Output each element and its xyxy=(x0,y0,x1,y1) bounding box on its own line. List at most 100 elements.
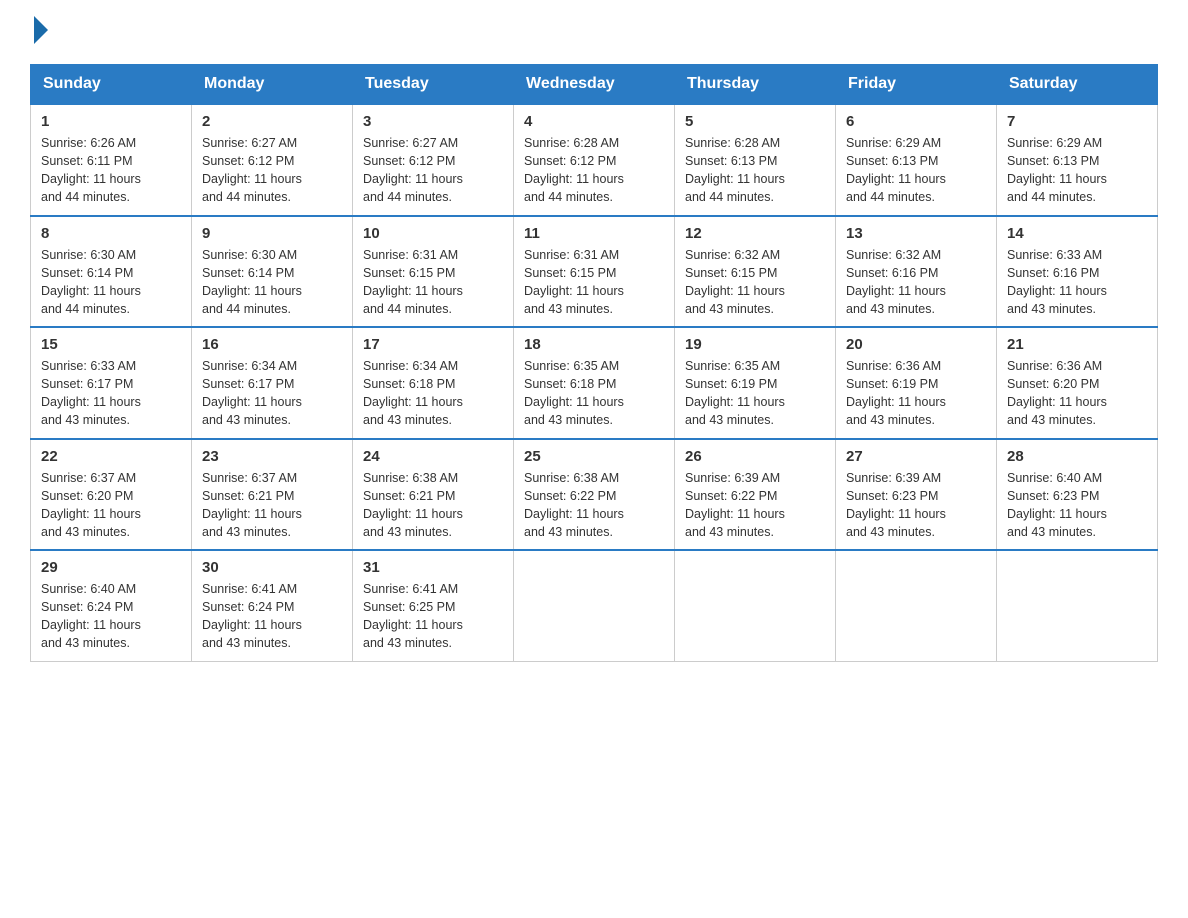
day-info: Sunrise: 6:27 AM Sunset: 6:12 PM Dayligh… xyxy=(363,134,503,207)
day-info: Sunrise: 6:33 AM Sunset: 6:17 PM Dayligh… xyxy=(41,357,181,430)
day-number: 3 xyxy=(363,113,503,130)
calendar-cell: 15 Sunrise: 6:33 AM Sunset: 6:17 PM Dayl… xyxy=(31,327,192,439)
calendar-cell xyxy=(836,550,997,661)
day-info: Sunrise: 6:36 AM Sunset: 6:19 PM Dayligh… xyxy=(846,357,986,430)
calendar-cell: 4 Sunrise: 6:28 AM Sunset: 6:12 PM Dayli… xyxy=(514,104,675,216)
day-number: 4 xyxy=(524,113,664,130)
day-info: Sunrise: 6:37 AM Sunset: 6:20 PM Dayligh… xyxy=(41,469,181,542)
day-number: 5 xyxy=(685,113,825,130)
day-info: Sunrise: 6:32 AM Sunset: 6:15 PM Dayligh… xyxy=(685,246,825,319)
day-number: 22 xyxy=(41,448,181,465)
day-info: Sunrise: 6:38 AM Sunset: 6:22 PM Dayligh… xyxy=(524,469,664,542)
day-number: 12 xyxy=(685,225,825,242)
header-row: SundayMondayTuesdayWednesdayThursdayFrid… xyxy=(31,65,1158,105)
day-info: Sunrise: 6:30 AM Sunset: 6:14 PM Dayligh… xyxy=(41,246,181,319)
calendar-cell: 2 Sunrise: 6:27 AM Sunset: 6:12 PM Dayli… xyxy=(192,104,353,216)
calendar-cell: 26 Sunrise: 6:39 AM Sunset: 6:22 PM Dayl… xyxy=(675,439,836,551)
day-info: Sunrise: 6:34 AM Sunset: 6:18 PM Dayligh… xyxy=(363,357,503,430)
day-info: Sunrise: 6:31 AM Sunset: 6:15 PM Dayligh… xyxy=(524,246,664,319)
day-number: 20 xyxy=(846,336,986,353)
calendar-cell xyxy=(514,550,675,661)
day-number: 16 xyxy=(202,336,342,353)
calendar-cell: 27 Sunrise: 6:39 AM Sunset: 6:23 PM Dayl… xyxy=(836,439,997,551)
calendar-week-5: 29 Sunrise: 6:40 AM Sunset: 6:24 PM Dayl… xyxy=(31,550,1158,661)
page-header xyxy=(30,20,1158,44)
day-info: Sunrise: 6:39 AM Sunset: 6:22 PM Dayligh… xyxy=(685,469,825,542)
calendar-header: SundayMondayTuesdayWednesdayThursdayFrid… xyxy=(31,65,1158,105)
calendar-cell: 28 Sunrise: 6:40 AM Sunset: 6:23 PM Dayl… xyxy=(997,439,1158,551)
day-number: 6 xyxy=(846,113,986,130)
day-info: Sunrise: 6:26 AM Sunset: 6:11 PM Dayligh… xyxy=(41,134,181,207)
day-number: 21 xyxy=(1007,336,1147,353)
day-info: Sunrise: 6:30 AM Sunset: 6:14 PM Dayligh… xyxy=(202,246,342,319)
day-number: 24 xyxy=(363,448,503,465)
day-info: Sunrise: 6:38 AM Sunset: 6:21 PM Dayligh… xyxy=(363,469,503,542)
day-info: Sunrise: 6:29 AM Sunset: 6:13 PM Dayligh… xyxy=(846,134,986,207)
calendar-cell: 8 Sunrise: 6:30 AM Sunset: 6:14 PM Dayli… xyxy=(31,216,192,328)
day-number: 9 xyxy=(202,225,342,242)
day-number: 23 xyxy=(202,448,342,465)
day-info: Sunrise: 6:41 AM Sunset: 6:24 PM Dayligh… xyxy=(202,580,342,653)
day-number: 11 xyxy=(524,225,664,242)
day-number: 25 xyxy=(524,448,664,465)
header-day-friday: Friday xyxy=(836,65,997,105)
day-info: Sunrise: 6:34 AM Sunset: 6:17 PM Dayligh… xyxy=(202,357,342,430)
calendar-cell: 19 Sunrise: 6:35 AM Sunset: 6:19 PM Dayl… xyxy=(675,327,836,439)
header-day-thursday: Thursday xyxy=(675,65,836,105)
calendar-cell xyxy=(997,550,1158,661)
day-number: 2 xyxy=(202,113,342,130)
calendar-cell: 17 Sunrise: 6:34 AM Sunset: 6:18 PM Dayl… xyxy=(353,327,514,439)
calendar-cell: 20 Sunrise: 6:36 AM Sunset: 6:19 PM Dayl… xyxy=(836,327,997,439)
day-info: Sunrise: 6:31 AM Sunset: 6:15 PM Dayligh… xyxy=(363,246,503,319)
day-info: Sunrise: 6:35 AM Sunset: 6:18 PM Dayligh… xyxy=(524,357,664,430)
calendar-cell: 7 Sunrise: 6:29 AM Sunset: 6:13 PM Dayli… xyxy=(997,104,1158,216)
day-number: 14 xyxy=(1007,225,1147,242)
calendar-cell: 13 Sunrise: 6:32 AM Sunset: 6:16 PM Dayl… xyxy=(836,216,997,328)
day-number: 19 xyxy=(685,336,825,353)
day-info: Sunrise: 6:33 AM Sunset: 6:16 PM Dayligh… xyxy=(1007,246,1147,319)
calendar-cell: 10 Sunrise: 6:31 AM Sunset: 6:15 PM Dayl… xyxy=(353,216,514,328)
day-number: 18 xyxy=(524,336,664,353)
day-number: 7 xyxy=(1007,113,1147,130)
day-info: Sunrise: 6:41 AM Sunset: 6:25 PM Dayligh… xyxy=(363,580,503,653)
calendar-cell: 6 Sunrise: 6:29 AM Sunset: 6:13 PM Dayli… xyxy=(836,104,997,216)
day-number: 31 xyxy=(363,559,503,576)
day-number: 29 xyxy=(41,559,181,576)
calendar-cell: 23 Sunrise: 6:37 AM Sunset: 6:21 PM Dayl… xyxy=(192,439,353,551)
day-info: Sunrise: 6:37 AM Sunset: 6:21 PM Dayligh… xyxy=(202,469,342,542)
calendar-week-1: 1 Sunrise: 6:26 AM Sunset: 6:11 PM Dayli… xyxy=(31,104,1158,216)
day-number: 8 xyxy=(41,225,181,242)
header-day-sunday: Sunday xyxy=(31,65,192,105)
day-info: Sunrise: 6:40 AM Sunset: 6:24 PM Dayligh… xyxy=(41,580,181,653)
calendar-cell: 3 Sunrise: 6:27 AM Sunset: 6:12 PM Dayli… xyxy=(353,104,514,216)
calendar-cell: 9 Sunrise: 6:30 AM Sunset: 6:14 PM Dayli… xyxy=(192,216,353,328)
day-number: 13 xyxy=(846,225,986,242)
day-info: Sunrise: 6:35 AM Sunset: 6:19 PM Dayligh… xyxy=(685,357,825,430)
day-number: 17 xyxy=(363,336,503,353)
logo xyxy=(30,20,48,44)
day-number: 26 xyxy=(685,448,825,465)
header-day-monday: Monday xyxy=(192,65,353,105)
calendar-cell: 21 Sunrise: 6:36 AM Sunset: 6:20 PM Dayl… xyxy=(997,327,1158,439)
calendar-cell: 22 Sunrise: 6:37 AM Sunset: 6:20 PM Dayl… xyxy=(31,439,192,551)
day-info: Sunrise: 6:27 AM Sunset: 6:12 PM Dayligh… xyxy=(202,134,342,207)
calendar-cell: 1 Sunrise: 6:26 AM Sunset: 6:11 PM Dayli… xyxy=(31,104,192,216)
calendar-cell: 11 Sunrise: 6:31 AM Sunset: 6:15 PM Dayl… xyxy=(514,216,675,328)
calendar-cell: 5 Sunrise: 6:28 AM Sunset: 6:13 PM Dayli… xyxy=(675,104,836,216)
calendar-cell: 29 Sunrise: 6:40 AM Sunset: 6:24 PM Dayl… xyxy=(31,550,192,661)
calendar-cell xyxy=(675,550,836,661)
day-number: 27 xyxy=(846,448,986,465)
calendar-cell: 30 Sunrise: 6:41 AM Sunset: 6:24 PM Dayl… xyxy=(192,550,353,661)
calendar-cell: 24 Sunrise: 6:38 AM Sunset: 6:21 PM Dayl… xyxy=(353,439,514,551)
calendar-week-3: 15 Sunrise: 6:33 AM Sunset: 6:17 PM Dayl… xyxy=(31,327,1158,439)
day-info: Sunrise: 6:39 AM Sunset: 6:23 PM Dayligh… xyxy=(846,469,986,542)
header-day-saturday: Saturday xyxy=(997,65,1158,105)
header-day-wednesday: Wednesday xyxy=(514,65,675,105)
day-info: Sunrise: 6:36 AM Sunset: 6:20 PM Dayligh… xyxy=(1007,357,1147,430)
day-number: 10 xyxy=(363,225,503,242)
day-info: Sunrise: 6:29 AM Sunset: 6:13 PM Dayligh… xyxy=(1007,134,1147,207)
day-info: Sunrise: 6:28 AM Sunset: 6:12 PM Dayligh… xyxy=(524,134,664,207)
calendar-cell: 25 Sunrise: 6:38 AM Sunset: 6:22 PM Dayl… xyxy=(514,439,675,551)
day-info: Sunrise: 6:28 AM Sunset: 6:13 PM Dayligh… xyxy=(685,134,825,207)
day-number: 30 xyxy=(202,559,342,576)
